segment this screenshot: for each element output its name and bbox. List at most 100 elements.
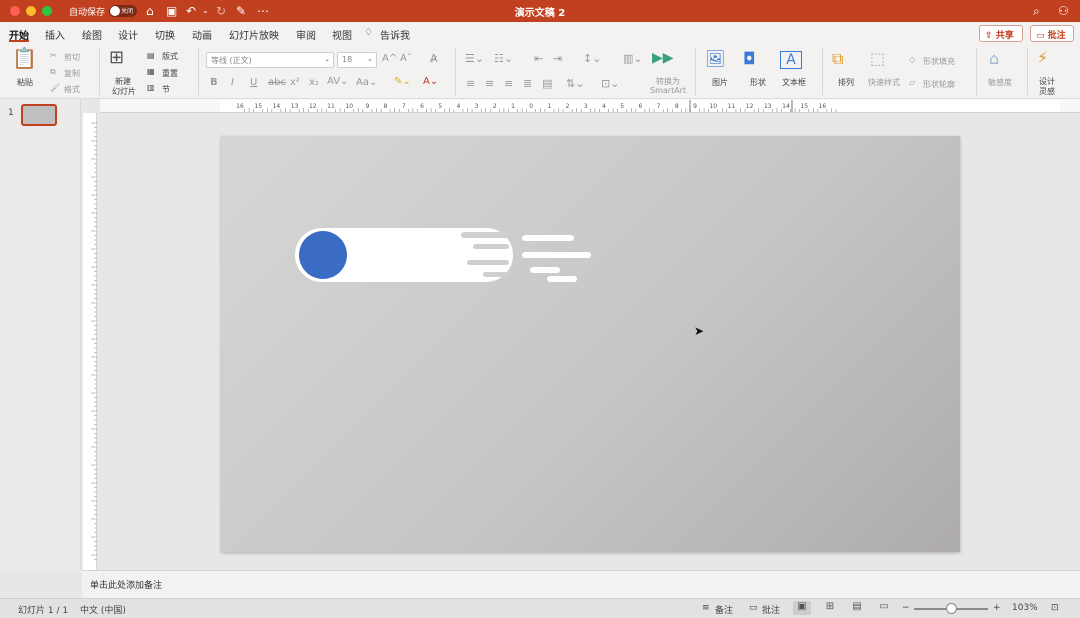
new-slide-icon[interactable]: ⊞: [109, 49, 124, 67]
align-center-icon[interactable]: ≡: [485, 77, 494, 90]
tab-animations[interactable]: 动画: [192, 27, 212, 42]
highlight-icon[interactable]: ✎⌄: [394, 76, 411, 87]
arrange-button[interactable]: 排列: [838, 77, 854, 88]
reset-icon[interactable]: ▦: [147, 67, 155, 76]
comments-toggle-icon[interactable]: ▭: [749, 603, 758, 613]
section-button[interactable]: 节: [162, 84, 170, 95]
tab-transitions[interactable]: 切换: [155, 27, 175, 42]
convert-smartart-label-2[interactable]: SmartArt: [650, 86, 686, 95]
search-icon[interactable]: ⌕: [1033, 3, 1040, 19]
new-slide-label-2[interactable]: 幻灯片: [112, 86, 136, 97]
tab-design[interactable]: 设计: [118, 27, 138, 42]
share-person-icon[interactable]: ⚇: [1058, 3, 1069, 19]
character-spacing-icon[interactable]: AV⌄: [327, 76, 348, 87]
increase-indent-icon[interactable]: ⇥: [553, 52, 562, 65]
reset-button[interactable]: 重置: [162, 68, 178, 79]
normal-view-icon[interactable]: ▣: [793, 601, 811, 615]
superscript-icon[interactable]: x²: [290, 77, 300, 88]
decrease-indent-icon[interactable]: ⇤: [534, 52, 543, 65]
zoom-slider-handle[interactable]: [946, 603, 957, 614]
bullets-icon[interactable]: ☰⌄: [465, 52, 484, 65]
ruler-label: 12: [746, 103, 754, 110]
format-painter-button[interactable]: 格式: [64, 84, 80, 95]
share-button[interactable]: ⇪ 共享: [979, 25, 1023, 42]
copy-icon[interactable]: ⧉: [50, 67, 56, 77]
align-text-icon[interactable]: ⊡⌄: [601, 77, 619, 90]
smartart-icon[interactable]: ▶▶: [652, 50, 674, 66]
line-spacing-icon[interactable]: ↕⌄: [583, 52, 601, 65]
align-left-icon[interactable]: ≡: [466, 77, 475, 90]
comments-toggle[interactable]: 批注: [762, 603, 780, 616]
text-direction-icon[interactable]: ⇅⌄: [566, 77, 584, 90]
clear-format-icon[interactable]: A̷: [430, 52, 438, 65]
ruler-label: 8: [675, 103, 679, 110]
numbering-icon[interactable]: ☷⌄: [494, 52, 513, 65]
notes-toggle[interactable]: 备注: [715, 603, 733, 616]
shape-button[interactable]: 形状: [750, 77, 766, 88]
shape-fill-icon[interactable]: ◇: [909, 55, 915, 64]
cut-button[interactable]: 剪切: [64, 52, 80, 63]
comments-button[interactable]: ▭ 批注: [1030, 25, 1074, 42]
picture-button[interactable]: 图片: [712, 77, 728, 88]
shape-fill-button[interactable]: 形状填充: [923, 56, 955, 67]
tab-insert[interactable]: 插入: [45, 27, 65, 42]
textbox-icon[interactable]: A: [780, 51, 802, 69]
picture-icon[interactable]: 🖼: [705, 51, 725, 67]
paste-button[interactable]: 粘贴: [17, 77, 33, 88]
italic-icon[interactable]: I: [231, 77, 234, 88]
designer-label-2[interactable]: 灵感: [1039, 86, 1055, 97]
zoom-out-icon[interactable]: −: [902, 603, 910, 613]
zoom-level[interactable]: 103%: [1012, 603, 1038, 613]
quick-styles-icon[interactable]: ⬚: [870, 51, 885, 67]
strikethrough-icon[interactable]: abc: [268, 77, 286, 88]
section-icon[interactable]: ▥: [147, 83, 155, 92]
justify-icon[interactable]: ≣: [523, 77, 532, 90]
slide-thumbnail[interactable]: [21, 104, 57, 126]
notes-placeholder: 单击此处添加备注: [90, 581, 163, 591]
language[interactable]: 中文 (中国): [80, 603, 126, 616]
cut-icon[interactable]: ✂: [50, 51, 57, 60]
font-color-icon[interactable]: A⌄: [423, 76, 438, 87]
tab-review[interactable]: 审阅: [296, 27, 316, 42]
textbox-button[interactable]: 文本框: [782, 77, 806, 88]
shape-outline-icon[interactable]: ▱: [909, 78, 915, 87]
notes-pane[interactable]: 单击此处添加备注: [82, 570, 1080, 598]
change-case-icon[interactable]: Aa⌄: [356, 77, 377, 88]
shape-outline-button[interactable]: 形状轮廓: [923, 79, 955, 90]
tell-me-search[interactable]: 告诉我: [380, 27, 410, 42]
ruler-label: 2: [493, 103, 497, 110]
tab-draw[interactable]: 绘图: [82, 27, 102, 42]
copy-button[interactable]: 复制: [64, 68, 80, 79]
notes-toggle-icon[interactable]: ≡: [702, 603, 710, 613]
tab-slideshow[interactable]: 幻灯片放映: [229, 27, 279, 42]
slide-sorter-icon[interactable]: ⊞: [821, 601, 839, 615]
layout-button[interactable]: 版式: [162, 51, 178, 62]
font-name-value: 等线 (正文): [211, 56, 252, 65]
fit-to-window-icon[interactable]: ⊡: [1051, 603, 1059, 613]
quick-styles-button[interactable]: 快速样式: [868, 77, 900, 88]
shape-icon[interactable]: ◘: [743, 51, 756, 67]
font-size-select[interactable]: 18 ⌄: [337, 52, 377, 68]
sensitivity-button[interactable]: 敏感度: [988, 77, 1012, 88]
columns-icon[interactable]: ▥⌄: [623, 52, 643, 65]
paste-icon[interactable]: 📋: [12, 48, 37, 68]
underline-icon[interactable]: U: [250, 77, 257, 88]
grow-font-icon[interactable]: A^: [382, 53, 397, 64]
format-painter-icon[interactable]: 🖌: [50, 83, 60, 92]
tab-view[interactable]: 视图: [332, 27, 352, 42]
slideshow-view-icon[interactable]: ▭: [875, 601, 893, 615]
slide[interactable]: [221, 136, 960, 552]
zoom-in-icon[interactable]: +: [993, 603, 1001, 613]
shrink-font-icon[interactable]: Aˇ: [400, 53, 412, 64]
align-right-icon[interactable]: ≡: [504, 77, 513, 90]
reading-view-icon[interactable]: ▤: [848, 601, 866, 615]
arrange-icon[interactable]: ⧉: [832, 51, 843, 67]
distributed-icon[interactable]: ▤: [542, 77, 552, 90]
sensitivity-icon[interactable]: ⌂: [989, 51, 999, 67]
font-name-select[interactable]: 等线 (正文) ⌄: [206, 52, 334, 68]
ruler-label: 13: [291, 103, 299, 110]
subscript-icon[interactable]: x₂: [309, 77, 319, 88]
layout-icon[interactable]: ▤: [147, 51, 155, 60]
bold-icon[interactable]: B: [210, 77, 218, 88]
designer-icon[interactable]: ⚡: [1037, 50, 1048, 66]
